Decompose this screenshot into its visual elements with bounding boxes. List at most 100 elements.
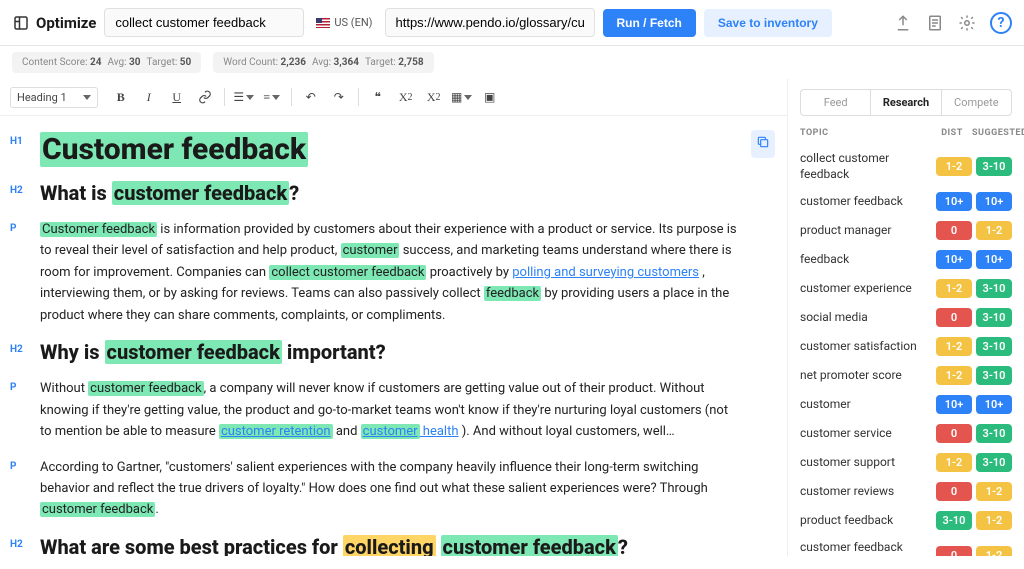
p-what-is: Customer feedback is information provide… <box>40 219 737 326</box>
topic-name: customer feedback management <box>800 540 932 556</box>
topic-row[interactable]: customer experience1-23-10 <box>800 274 1012 303</box>
editor-content[interactable]: H1 Customer feedback H2 What is customer f… <box>0 116 787 556</box>
doc-icon[interactable] <box>926 14 944 32</box>
topic-row[interactable]: feedback10+10+ <box>800 245 1012 274</box>
topic-name: customer reviews <box>800 484 932 500</box>
tag-h2: H2 <box>10 181 34 196</box>
topic-list: collect customer feedback1-23-10customer… <box>800 146 1012 556</box>
bold-button[interactable]: B <box>108 84 134 110</box>
dist-pill: 0 <box>936 308 972 327</box>
quote-button[interactable]: ❝ <box>365 84 391 110</box>
export-icon[interactable] <box>894 14 912 32</box>
bullet-list-button[interactable]: ☰ <box>231 84 257 110</box>
underline-button[interactable]: U <box>164 84 190 110</box>
topic-name: product feedback <box>800 513 932 529</box>
superscript-button[interactable]: X2 <box>421 84 447 110</box>
top-actions: ? <box>894 12 1012 34</box>
topic-row[interactable]: product feedback3-101-2 <box>800 506 1012 535</box>
save-inventory-button[interactable]: Save to inventory <box>704 9 832 37</box>
dist-pill: 10+ <box>936 192 972 211</box>
h1-title: Customer feedback <box>40 132 308 167</box>
link-button[interactable] <box>192 84 218 110</box>
dist-pill: 10+ <box>936 250 972 269</box>
topic-row[interactable]: customer10+10+ <box>800 390 1012 419</box>
h2-what-is: What is customer feedback? <box>40 181 299 205</box>
copy-icon[interactable] <box>751 130 775 158</box>
heading-select[interactable]: Heading 1 <box>10 87 98 108</box>
sugg-pill: 3-10 <box>976 279 1012 298</box>
dist-pill: 0 <box>936 546 972 556</box>
dist-pill: 1-2 <box>936 157 972 176</box>
undo-button[interactable]: ↶ <box>298 84 324 110</box>
run-fetch-button[interactable]: Run / Fetch <box>603 9 696 37</box>
subscript-button[interactable]: X2 <box>393 84 419 110</box>
tab-feed[interactable]: Feed <box>801 90 870 115</box>
topic-name: feedback <box>800 252 932 268</box>
image-button[interactable]: ▣ <box>477 84 503 110</box>
topic-name: customer experience <box>800 281 932 297</box>
sugg-pill: 1-2 <box>976 482 1012 501</box>
dist-pill: 1-2 <box>936 279 972 298</box>
dist-pill: 10+ <box>936 395 972 414</box>
topic-row[interactable]: net promoter score1-23-10 <box>800 361 1012 390</box>
locale-label: US (EN) <box>334 16 372 29</box>
topic-row[interactable]: social media03-10 <box>800 303 1012 332</box>
topic-name: product manager <box>800 223 932 239</box>
app-title: Optimize <box>12 14 96 32</box>
keyword-input[interactable] <box>104 8 304 37</box>
topic-row[interactable]: product manager01-2 <box>800 216 1012 245</box>
help-icon[interactable]: ? <box>990 12 1012 34</box>
italic-button[interactable]: I <box>136 84 162 110</box>
redo-button[interactable]: ↷ <box>326 84 352 110</box>
tab-research[interactable]: Research <box>870 90 941 115</box>
sugg-pill: 10+ <box>976 192 1012 211</box>
topic-header: TOPIC DIST SUGGESTED <box>800 128 1012 138</box>
h2-why: Why is customer feedback important? <box>40 340 386 364</box>
topic-row[interactable]: customer service03-10 <box>800 419 1012 448</box>
heading-label: Heading 1 <box>17 91 67 104</box>
tag-h1: H1 <box>10 132 34 147</box>
sugg-pill: 1-2 <box>976 221 1012 240</box>
dist-pill: 0 <box>936 424 972 443</box>
sugg-pill: 1-2 <box>976 546 1012 556</box>
sugg-pill: 1-2 <box>976 511 1012 530</box>
content-score-stat: Content Score: 24 Avg: 30 Target: 50 <box>12 52 201 73</box>
sidebar-tabs: Feed Research Compete <box>800 89 1012 116</box>
sugg-pill: 3-10 <box>976 337 1012 356</box>
sugg-pill: 10+ <box>976 250 1012 269</box>
tag-h2: H2 <box>10 535 34 550</box>
tab-compete[interactable]: Compete <box>942 90 1011 115</box>
topic-name: social media <box>800 310 932 326</box>
tag-p: P <box>10 219 34 234</box>
url-input[interactable] <box>385 8 595 37</box>
top-bar: Optimize US (EN) Run / Fetch Save to inv… <box>0 0 1024 46</box>
editor-toolbar: Heading 1 B I U ☰ ≡ ↶ ↷ ❝ X2 X2 ▦ ▣ <box>0 79 787 116</box>
p-why-2: According to Gartner, "customers' salien… <box>40 457 737 521</box>
col-dist: DIST <box>932 128 972 138</box>
dist-pill: 0 <box>936 482 972 501</box>
topic-row[interactable]: customer reviews01-2 <box>800 477 1012 506</box>
locale-select[interactable]: US (EN) <box>312 16 376 29</box>
topic-row[interactable]: customer feedback management 0 1-2 <box>800 535 1012 556</box>
topic-name: customer support <box>800 455 932 471</box>
sugg-pill: 10+ <box>976 395 1012 414</box>
word-count-stat: Word Count: 2,236 Avg: 3,364 Target: 2,7… <box>213 52 433 73</box>
topic-row[interactable]: customer feedback10+10+ <box>800 187 1012 216</box>
p-why-1: Without customer feedback, a company wil… <box>40 378 737 442</box>
topic-name: collect customer feedback <box>800 151 932 182</box>
gear-icon[interactable] <box>958 14 976 32</box>
flag-us-icon <box>316 18 330 28</box>
dist-pill: 1-2 <box>936 453 972 472</box>
topic-name: customer <box>800 397 932 413</box>
dist-pill: 1-2 <box>936 366 972 385</box>
app-name: Optimize <box>36 14 96 32</box>
table-button[interactable]: ▦ <box>449 84 475 110</box>
topic-row[interactable]: customer support1-23-10 <box>800 448 1012 477</box>
topic-row[interactable]: collect customer feedback1-23-10 <box>800 146 1012 187</box>
sugg-pill: 3-10 <box>976 453 1012 472</box>
topic-name: customer service <box>800 426 932 442</box>
research-sidebar: Feed Research Compete TOPIC DIST SUGGEST… <box>788 79 1024 556</box>
number-list-button[interactable]: ≡ <box>259 84 285 110</box>
col-sugg: SUGGESTED <box>972 128 1012 138</box>
topic-row[interactable]: customer satisfaction1-23-10 <box>800 332 1012 361</box>
